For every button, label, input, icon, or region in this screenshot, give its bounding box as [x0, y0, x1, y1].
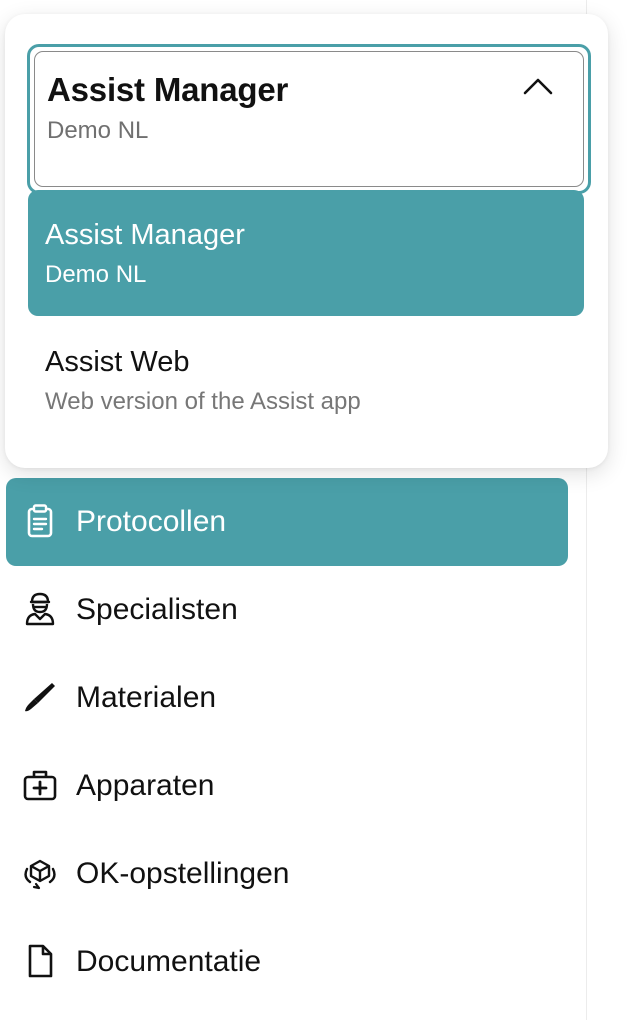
app-option-title: Assist Web: [45, 346, 190, 378]
nav-item-documentatie[interactable]: Documentatie: [6, 918, 568, 1006]
clipboard-icon: [27, 504, 53, 538]
nav-item-label: Protocollen: [76, 505, 227, 538]
app-option-subtitle: Demo NL: [45, 261, 147, 288]
app-selector-current-subtitle: Demo NL: [47, 117, 149, 144]
nav-item-label: OK-opstellingen: [76, 857, 290, 890]
nav-item-apparaten[interactable]: Apparaten: [6, 742, 568, 830]
nav-item-materialen[interactable]: Materialen: [6, 654, 568, 742]
app-option-subtitle: Web version of the Assist app: [45, 388, 361, 415]
medical-kit-icon: [23, 770, 57, 801]
cube-rotate-icon: [24, 859, 56, 890]
nav-item-specialisten[interactable]: Specialisten: [6, 566, 568, 654]
nav-item-label: Documentatie: [76, 945, 262, 978]
document-icon: [28, 944, 53, 978]
nav-item-protocollen[interactable]: Protocollen: [6, 478, 568, 566]
nav-item-ok-opstellingen[interactable]: OK-opstellingen: [6, 830, 568, 918]
nav-item-label: Materialen: [76, 681, 217, 714]
app-selector-dropdown: Assist Manager Demo NL Assist Manager De…: [5, 14, 608, 468]
nav-item-label: Specialisten: [76, 593, 238, 626]
chevron-up-icon[interactable]: [522, 76, 554, 96]
scalpel-icon: [25, 683, 55, 712]
surgeon-icon: [25, 592, 55, 626]
app-option-title: Assist Manager: [45, 219, 245, 251]
app-option-assist-manager[interactable]: Assist Manager Demo NL: [28, 190, 584, 316]
nav-item-label: Apparaten: [76, 769, 215, 802]
app-selector-current-title: Assist Manager: [47, 71, 289, 108]
app-option-assist-web[interactable]: Assist Web Web version of the Assist app: [28, 317, 584, 443]
